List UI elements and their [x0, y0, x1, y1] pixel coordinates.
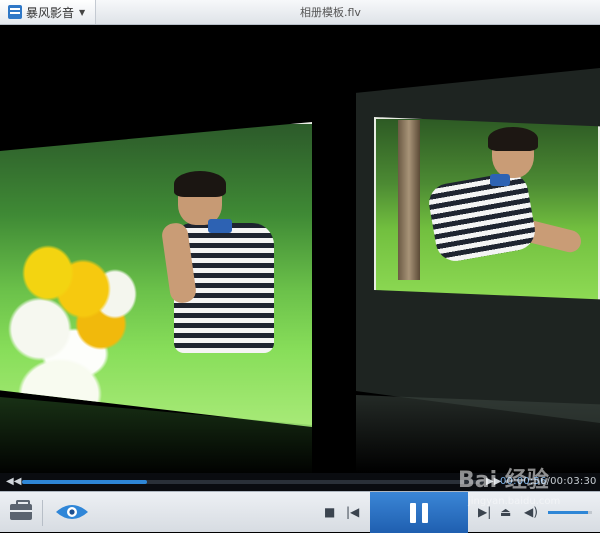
seek-bar[interactable] [22, 480, 484, 484]
pause-icon [410, 503, 428, 523]
boy-figure-left [160, 171, 274, 375]
baofeng-logo-icon [8, 5, 22, 19]
previous-icon[interactable]: |◀ [346, 504, 359, 520]
window-controls [520, 0, 600, 24]
file-title: 相册模板.flv [300, 6, 361, 19]
title-bar: 暴风影音 ▼ 相册模板.flv [0, 0, 600, 25]
seek-bar-fill [22, 480, 147, 484]
pause-button[interactable] [370, 492, 468, 533]
watermark-text: Bai 经验 [458, 468, 549, 493]
baidu-watermark: Bai 经验 jingyan.baidu.com [458, 462, 598, 522]
divider [42, 500, 43, 526]
toolbox-icon[interactable] [10, 500, 32, 520]
watermark-sub: jingyan.baidu.com [468, 496, 561, 507]
tree-trunk [398, 120, 420, 280]
app-name: 暴风影音 [26, 5, 75, 20]
rewind-icon[interactable]: ◀◀ [6, 476, 21, 487]
eye-icon[interactable] [54, 502, 90, 522]
boy-figure-right [425, 127, 584, 295]
chevron-down-icon: ▼ [79, 7, 86, 17]
video-area[interactable] [0, 25, 600, 473]
stop-icon[interactable]: ■ [324, 504, 335, 520]
app-menu-button[interactable]: 暴风影音 ▼ [0, 0, 96, 24]
